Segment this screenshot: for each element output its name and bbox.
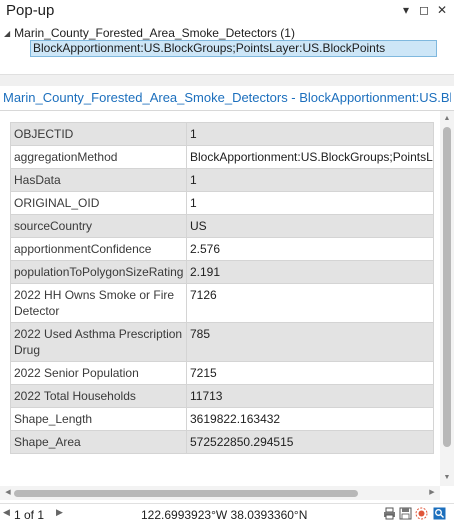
field-name-cell: populationToPolygonSizeRating — [10, 260, 187, 284]
status-bar: ◀ 1 of 1 ▶ 122.6993923°W 38.0393360°N — [0, 503, 454, 523]
popup-content: OBJECTID 1 aggregationMethod BlockApportion… — [0, 111, 440, 486]
table-row: sourceCountry US — [10, 214, 434, 238]
field-name-cell: aggregationMethod — [10, 145, 187, 169]
table-row: apportionmentConfidence 2.576 — [10, 237, 434, 261]
field-name-cell: Shape_Length — [10, 407, 187, 431]
field-value-cell: 2.576 — [186, 237, 434, 261]
field-value-cell: 1 — [186, 168, 434, 192]
horizontal-scroll-thumb[interactable] — [14, 490, 358, 497]
field-value-cell: BlockApportionment:US.BlockGroups;Points… — [186, 145, 434, 169]
field-value-cell: 1 — [186, 122, 434, 146]
field-value-cell: US — [186, 214, 434, 238]
table-row: Shape_Length 3619822.163432 — [10, 407, 434, 431]
field-name-cell: 2022 Senior Population — [10, 361, 187, 385]
field-name-cell: 2022 Total Households — [10, 384, 187, 408]
field-value-cell: 7126 — [186, 283, 434, 323]
scroll-left-icon[interactable]: ◀ — [2, 486, 14, 500]
field-name-cell: ORIGINAL_OID — [10, 191, 187, 215]
table-row: populationToPolygonSizeRating 2.191 — [10, 260, 434, 284]
field-name-cell: apportionmentConfidence — [10, 237, 187, 261]
table-row: ORIGINAL_OID 1 — [10, 191, 434, 215]
table-row: 2022 Senior Population 7215 — [10, 361, 434, 385]
expand-triangle-icon[interactable]: ◢ — [4, 29, 10, 38]
popup-header-title: Marin_County_Forested_Area_Smoke_Detecto… — [3, 90, 451, 105]
save-icon[interactable] — [399, 507, 412, 520]
field-name-cell: HasData — [10, 168, 187, 192]
table-row: Shape_Area 572522850.294515 — [10, 430, 434, 454]
horizontal-scrollbar[interactable]: ◀ ▶ — [0, 486, 440, 500]
table-row: OBJECTID 1 — [10, 122, 434, 146]
chevron-down-icon[interactable]: ▾ — [399, 2, 413, 18]
table-row: aggregationMethod BlockApportionment:US.B… — [10, 145, 434, 169]
restore-icon[interactable]: ◻ — [417, 2, 431, 18]
field-name-cell: 2022 HH Owns Smoke or Fire Detector — [10, 283, 187, 323]
table-row: HasData 1 — [10, 168, 434, 192]
table-row: 2022 Used Asthma Prescription Drug 785 — [10, 322, 434, 362]
print-icon[interactable] — [383, 507, 396, 520]
flash-icon[interactable] — [415, 507, 428, 520]
field-value-cell: 572522850.294515 — [186, 430, 434, 454]
tree-layer-label: Marin_County_Forested_Area_Smoke_Detecto… — [14, 26, 295, 40]
pane-splitter[interactable] — [0, 74, 454, 86]
table-row: 2022 HH Owns Smoke or Fire Detector 7126 — [10, 283, 434, 323]
coordinates-readout: 122.6993923°W 38.0393360°N — [141, 508, 308, 522]
close-icon[interactable]: ✕ — [435, 2, 449, 18]
next-arrow-icon[interactable]: ▶ — [56, 507, 63, 518]
scroll-right-icon[interactable]: ▶ — [426, 486, 438, 500]
pager-text: 1 of 1 — [14, 508, 45, 522]
zoom-to-icon[interactable] — [433, 507, 446, 520]
field-name-cell: sourceCountry — [10, 214, 187, 238]
vertical-scrollbar[interactable]: ▲ ▼ — [440, 111, 454, 486]
pane-title: Pop-up — [6, 2, 55, 19]
field-value-cell: 785 — [186, 322, 434, 362]
field-value-cell: 7215 — [186, 361, 434, 385]
vertical-scroll-thumb[interactable] — [443, 127, 451, 447]
feature-tree: ◢ Marin_County_Forested_Area_Smoke_Detect… — [0, 22, 454, 74]
field-value-cell: 3619822.163432 — [186, 407, 434, 431]
tree-selected-feature[interactable]: BlockApportionment:US.BlockGroups;Points… — [30, 40, 437, 57]
field-name-cell: 2022 Used Asthma Prescription Drug — [10, 322, 187, 362]
scroll-up-icon[interactable]: ▲ — [440, 113, 454, 125]
title-bar: Pop-up ▾ ◻ ✕ — [0, 0, 454, 22]
field-value-cell: 1 — [186, 191, 434, 215]
prev-arrow-icon[interactable]: ◀ — [3, 507, 10, 518]
scroll-down-icon[interactable]: ▼ — [440, 472, 454, 484]
field-value-cell: 11713 — [186, 384, 434, 408]
tree-layer-node[interactable]: ◢ Marin_County_Forested_Area_Smoke_Detect… — [4, 26, 295, 40]
field-name-cell: Shape_Area — [10, 430, 187, 454]
field-name-cell: OBJECTID — [10, 122, 187, 146]
attribute-table: OBJECTID 1 aggregationMethod BlockApportion… — [10, 122, 434, 454]
field-value-cell: 2.191 — [186, 260, 434, 284]
table-row: 2022 Total Households 11713 — [10, 384, 434, 408]
